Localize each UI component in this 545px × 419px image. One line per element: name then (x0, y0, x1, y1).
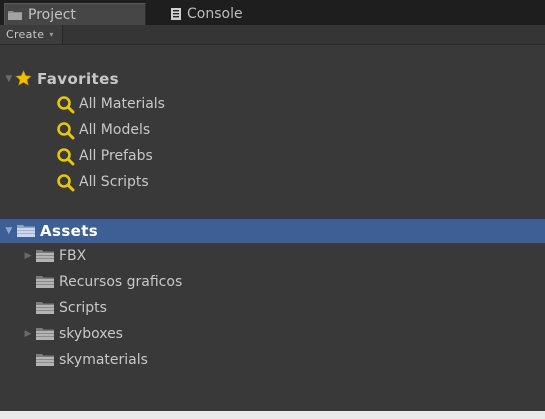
tab-console-label: Console (187, 6, 243, 22)
favorite-item-all-scripts[interactable]: All Scripts (0, 170, 545, 194)
search-icon (56, 147, 75, 166)
favorites-label: Favorites (37, 70, 119, 88)
folder-icon (8, 10, 22, 20)
foldout-expanded-icon[interactable]: ▼ (4, 74, 14, 84)
create-dropdown-button[interactable]: Create ▾ (0, 25, 63, 44)
assets-label: Assets (40, 222, 99, 240)
folder-item-skyboxes[interactable]: ▶ skyboxes (0, 322, 545, 346)
folder-label: Recursos graficos (59, 274, 183, 290)
tab-project[interactable]: Project (4, 3, 146, 25)
window-bottom-edge (0, 411, 545, 419)
folder-icon (36, 249, 54, 262)
star-icon (15, 70, 32, 87)
tab-project-label: Project (28, 6, 76, 23)
foldout-collapsed-icon[interactable]: ▶ (23, 251, 33, 261)
create-label: Create (6, 28, 45, 41)
folder-item-recursos-graficos[interactable]: Recursos graficos (0, 270, 545, 294)
foldout-collapsed-icon[interactable]: ▶ (23, 329, 33, 339)
folder-icon (36, 301, 54, 314)
tab-bar: Project Console (0, 0, 545, 25)
favorite-item-label: All Scripts (79, 174, 149, 190)
favorite-item-all-materials[interactable]: All Materials (0, 92, 545, 116)
favorite-item-all-prefabs[interactable]: All Prefabs (0, 144, 545, 168)
project-toolbar: Create ▾ (0, 25, 545, 45)
folder-label: Scripts (59, 300, 107, 316)
search-icon (56, 95, 75, 114)
chevron-down-icon: ▾ (49, 30, 54, 39)
favorite-item-label: All Models (79, 122, 151, 138)
folder-item-scripts[interactable]: Scripts (0, 296, 545, 320)
folder-item-fbx[interactable]: ▶ FBX (0, 244, 545, 268)
assets-header[interactable]: ▼ Assets (0, 219, 545, 243)
search-icon (56, 121, 75, 140)
project-window: Project Console Create ▾ ▼ Favorites All… (0, 0, 545, 419)
console-icon (171, 8, 181, 20)
folder-label: skyboxes (59, 326, 123, 342)
favorites-header[interactable]: ▼ Favorites (0, 67, 545, 91)
tab-console[interactable]: Console (168, 3, 308, 25)
folder-icon (17, 224, 35, 237)
folder-icon (36, 275, 54, 288)
favorite-item-label: All Materials (79, 96, 165, 112)
folder-label: FBX (59, 248, 87, 264)
search-icon (56, 173, 75, 192)
foldout-expanded-icon[interactable]: ▼ (4, 226, 14, 236)
folder-icon (36, 327, 54, 340)
project-tree: ▼ Favorites All Materials All Models All… (0, 45, 545, 419)
folder-item-skymaterials[interactable]: skymaterials (0, 348, 545, 372)
folder-label: skymaterials (59, 352, 148, 368)
folder-icon (36, 353, 54, 366)
favorite-item-all-models[interactable]: All Models (0, 118, 545, 142)
favorite-item-label: All Prefabs (79, 148, 153, 164)
